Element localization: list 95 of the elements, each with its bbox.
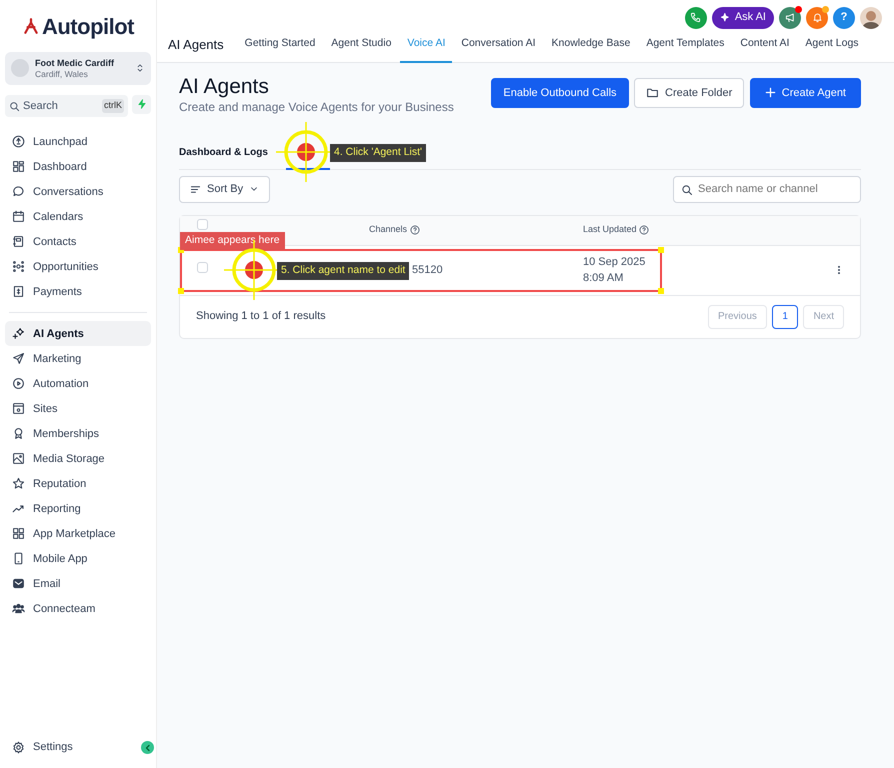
sparkle-icon bbox=[720, 12, 731, 23]
callout-label: 5. Click agent name to edit bbox=[277, 262, 410, 280]
search-icon bbox=[681, 184, 693, 196]
section-title: AI Agents bbox=[168, 36, 224, 54]
sidebar-item[interactable]: Connecteam bbox=[5, 596, 151, 622]
user-avatar[interactable] bbox=[860, 6, 882, 28]
ask-ai-button[interactable]: Ask AI bbox=[712, 6, 774, 28]
sub-tab[interactable]: Dashboard & Logs bbox=[179, 139, 268, 168]
plus-icon bbox=[764, 87, 776, 98]
sidebar-item[interactable]: Mobile App bbox=[5, 546, 151, 572]
receipt-icon bbox=[12, 285, 25, 298]
sidebar-item[interactable]: Marketing bbox=[5, 346, 151, 372]
paper-plane-icon bbox=[12, 352, 25, 366]
sidebar-item[interactable]: Reporting bbox=[5, 496, 151, 522]
sidebar-item[interactable]: Media Storage bbox=[5, 446, 151, 472]
search-icon bbox=[9, 100, 20, 112]
star-icon bbox=[12, 477, 25, 490]
contact-book-icon bbox=[12, 235, 25, 248]
help-button[interactable]: ? bbox=[833, 6, 855, 28]
image-icon bbox=[12, 452, 25, 466]
page-title: AI Agents bbox=[179, 75, 270, 98]
shortcut-hint: ctrlK bbox=[102, 99, 124, 113]
mail-icon bbox=[12, 577, 25, 590]
search-field[interactable]: Search name or channel bbox=[673, 176, 861, 203]
account-switcher[interactable]: Foot Medic Cardiff Cardiff, Wales bbox=[5, 52, 151, 85]
channel-number: 55120 bbox=[412, 264, 443, 276]
sidebar-item[interactable]: Sites bbox=[5, 396, 151, 422]
pagination-button[interactable]: 1 bbox=[772, 304, 798, 329]
account-name: Foot Medic Cardiff bbox=[35, 58, 115, 69]
search-field[interactable]: Search ctrlK bbox=[5, 94, 128, 118]
calendar-icon bbox=[12, 210, 25, 224]
select-all-checkbox[interactable] bbox=[197, 218, 208, 230]
nav-tab[interactable]: Content AI bbox=[733, 36, 796, 63]
sidebar-item[interactable]: AI Agents bbox=[5, 321, 151, 346]
sort-lines-icon bbox=[190, 184, 201, 195]
sidebar-item[interactable]: Settings bbox=[5, 735, 141, 760]
updated-date: 10 Sep 2025 bbox=[583, 254, 646, 270]
create-folder-button[interactable]: Create Folder bbox=[634, 78, 744, 108]
sidebar-item[interactable]: Launchpad bbox=[5, 129, 151, 154]
outbound-calls-button[interactable]: Enable Outbound Calls bbox=[491, 78, 629, 108]
browser-icon bbox=[12, 402, 25, 416]
collapse-button[interactable] bbox=[141, 741, 154, 754]
bolt-icon bbox=[136, 99, 146, 110]
sidebar-item[interactable]: Email bbox=[5, 571, 151, 596]
updated-time: 8:09 AM bbox=[583, 271, 624, 286]
megaphone-icon bbox=[784, 12, 796, 23]
sidebar-item[interactable]: Contacts bbox=[5, 229, 151, 254]
help-circle-icon bbox=[410, 225, 420, 236]
page-subtitle: Create and manage Voice Agents for your Business bbox=[179, 99, 454, 116]
nav-tab[interactable]: Voice AI bbox=[400, 36, 452, 63]
sidebar-item[interactable]: Memberships bbox=[5, 421, 151, 446]
row-checkbox[interactable] bbox=[197, 262, 208, 273]
logo: Autopilot bbox=[5, 8, 151, 44]
nav-tab[interactable]: Agent Studio bbox=[324, 36, 398, 63]
announcements-button[interactable] bbox=[779, 6, 801, 28]
sidebar-item[interactable]: Dashboard bbox=[5, 154, 151, 180]
phone-icon bbox=[690, 12, 702, 23]
chevron-left-icon bbox=[144, 744, 152, 752]
results-summary: Showing 1 to 1 of 1 results bbox=[196, 309, 327, 324]
sidebar-item[interactable]: Payments bbox=[5, 279, 151, 304]
create-agent-button[interactable]: Create Agent bbox=[750, 78, 861, 108]
account-location: Cardiff, Wales bbox=[35, 68, 89, 79]
sub-tab[interactable] bbox=[286, 168, 330, 170]
call-button[interactable] bbox=[684, 6, 707, 28]
award-icon bbox=[12, 427, 25, 440]
help-circle-icon bbox=[639, 225, 650, 236]
column-header: Channels bbox=[369, 223, 408, 236]
column-header: Last Updated bbox=[583, 223, 637, 236]
phone-icon bbox=[12, 552, 25, 566]
nav-tab[interactable]: Knowledge Base bbox=[544, 36, 638, 63]
people-icon bbox=[12, 602, 25, 616]
sidebar-item[interactable]: App Marketplace bbox=[5, 521, 151, 546]
sidebar-item[interactable]: Opportunities bbox=[5, 254, 151, 280]
nav-tab[interactable]: Conversation AI bbox=[454, 36, 543, 63]
grid-icon bbox=[12, 527, 25, 540]
chat-bubble-icon bbox=[12, 185, 25, 198]
bell-icon bbox=[812, 12, 822, 23]
nav-tab[interactable]: Agent Logs bbox=[798, 36, 866, 63]
highlight-label: Aimee appears here bbox=[180, 232, 285, 250]
sidebar-item[interactable]: Automation bbox=[5, 371, 151, 396]
nodes-icon bbox=[12, 260, 25, 274]
quick-action-button[interactable] bbox=[132, 94, 151, 114]
gear-icon bbox=[12, 741, 25, 754]
sidebar-item[interactable]: Calendars bbox=[5, 204, 151, 230]
nav-tab[interactable]: Getting Started bbox=[238, 36, 322, 63]
nav-tab[interactable]: Agent Templates bbox=[639, 36, 732, 63]
play-circle-icon bbox=[12, 377, 25, 390]
sidebar-item[interactable]: Reputation bbox=[5, 471, 151, 496]
notifications-button[interactable] bbox=[806, 6, 828, 28]
callout-label: 4. Click 'Agent List' bbox=[330, 144, 426, 162]
sparkle-plus-icon bbox=[12, 327, 25, 340]
folder-icon bbox=[646, 86, 660, 100]
sort-button[interactable]: Sort By bbox=[179, 176, 270, 203]
sidebar-item[interactable]: Conversations bbox=[5, 179, 151, 204]
grid-icon bbox=[12, 160, 25, 174]
